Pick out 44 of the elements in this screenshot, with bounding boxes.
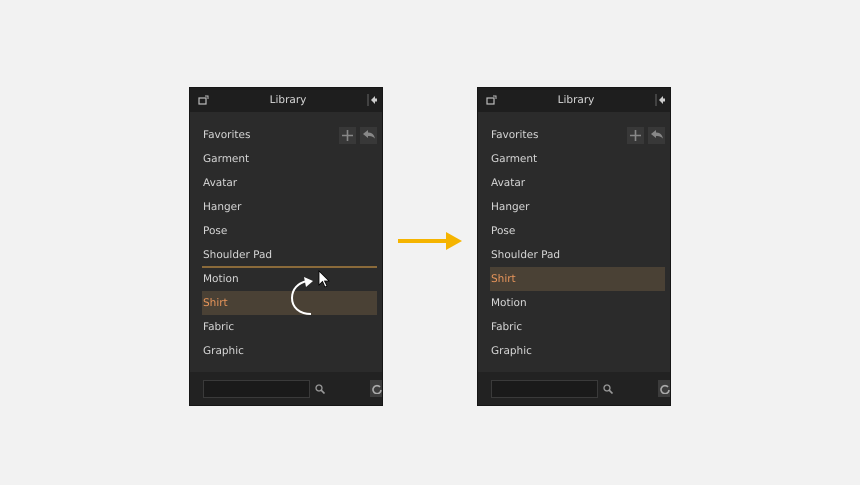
search-icon[interactable] <box>315 384 325 394</box>
search-icon[interactable] <box>603 384 613 394</box>
back-arrow-icon <box>362 130 374 140</box>
add-button[interactable] <box>627 126 644 144</box>
back-arrow-icon <box>650 130 662 140</box>
arrow-left-icon[interactable] <box>367 94 378 106</box>
library-item[interactable]: Shirt <box>202 291 377 315</box>
plus-icon <box>630 130 641 140</box>
refresh-button[interactable] <box>370 380 382 397</box>
search-field[interactable] <box>491 380 598 398</box>
search-field[interactable] <box>203 380 310 398</box>
library-item[interactable]: Shirt <box>490 267 665 291</box>
library-item[interactable]: Fabric <box>202 315 234 339</box>
popout-icon[interactable] <box>486 95 497 105</box>
library-item[interactable]: Fabric <box>490 315 522 339</box>
plus-icon <box>342 130 353 140</box>
library-item[interactable]: Hanger <box>202 195 242 219</box>
library-item[interactable]: Garment <box>490 147 538 171</box>
library-item[interactable]: Graphic <box>202 339 244 363</box>
library-item[interactable]: Avatar <box>202 171 238 195</box>
refresh-icon <box>660 384 670 394</box>
library-item[interactable]: Pose <box>490 219 516 243</box>
cursor-icon <box>318 270 330 288</box>
refresh-icon <box>372 384 382 394</box>
library-item[interactable]: Shoulder Pad <box>490 243 560 267</box>
library-item[interactable]: Favorites <box>490 123 623 147</box>
library-item[interactable]: Motion <box>202 267 239 291</box>
back-button[interactable] <box>648 126 665 144</box>
library-item[interactable]: Avatar <box>490 171 526 195</box>
arrow-left-icon[interactable] <box>655 94 666 106</box>
panel-title: Library <box>556 94 596 106</box>
library-item[interactable]: Hanger <box>490 195 530 219</box>
panel-title: Library <box>268 94 308 106</box>
library-item[interactable]: Shoulder Pad <box>202 243 272 267</box>
refresh-button[interactable] <box>658 380 670 397</box>
library-item[interactable]: Garment <box>202 147 250 171</box>
add-button[interactable] <box>339 126 356 144</box>
arrow-right-icon <box>398 232 462 250</box>
library-item[interactable]: Graphic <box>490 339 532 363</box>
library-item[interactable]: Pose <box>202 219 228 243</box>
library-item[interactable]: Motion <box>490 291 527 315</box>
library-item[interactable]: Favorites <box>202 123 335 147</box>
popout-icon[interactable] <box>198 95 209 105</box>
back-button[interactable] <box>360 126 377 144</box>
